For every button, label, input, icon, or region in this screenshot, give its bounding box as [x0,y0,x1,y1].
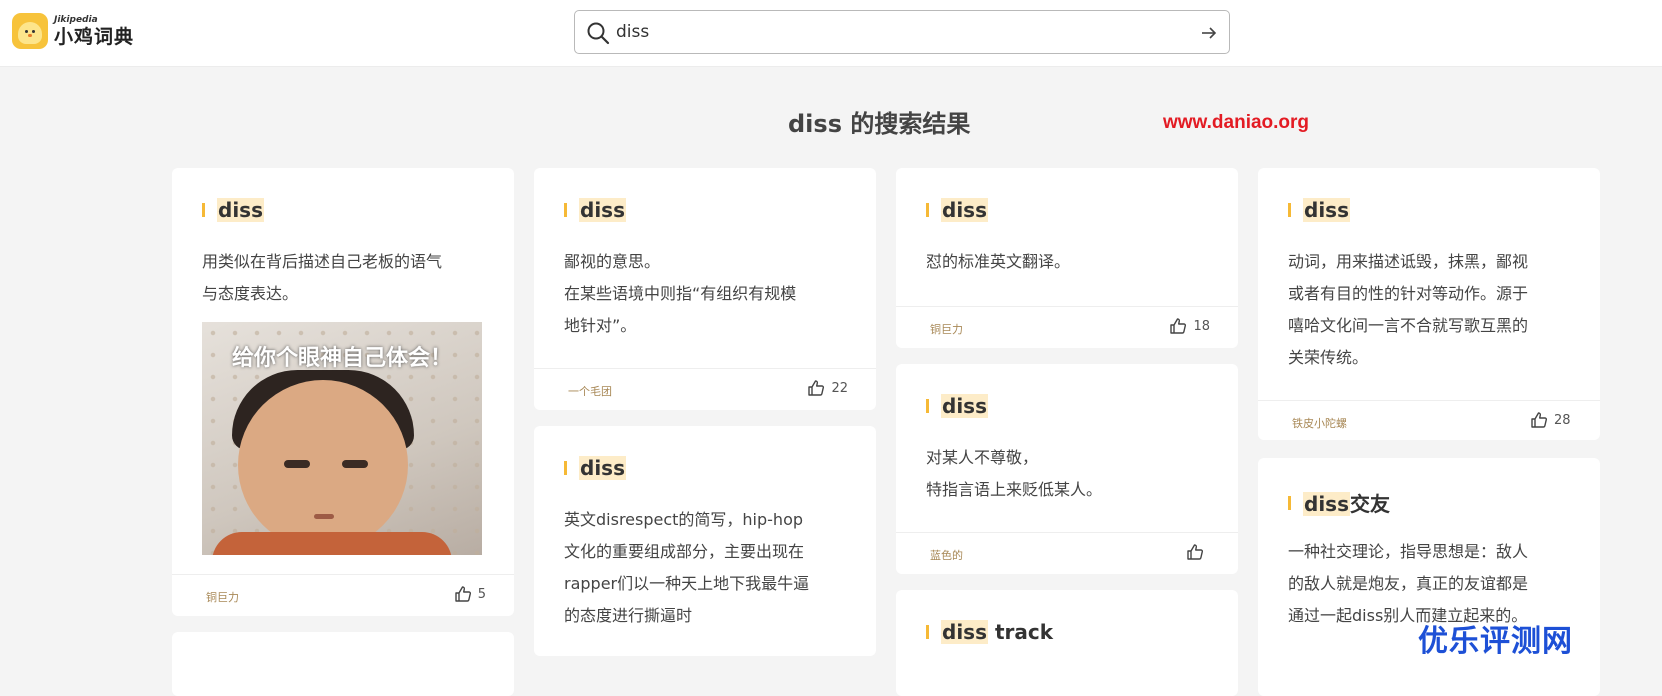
card-footer: 铁皮小陀螺 28 [1258,400,1600,440]
like-button[interactable] [1186,543,1210,561]
top-header: Jikipedia 小鸡词典 [0,0,1662,67]
arrow-right-icon[interactable] [1199,23,1219,43]
logo-chinese-name: 小鸡词典 [54,25,135,48]
author-name[interactable]: 铁皮小陀螺 [1292,415,1347,431]
definition-text: 英文disrespect的简写，hip-hop 文化的重要组成部分，主要出现在 … [564,510,810,625]
definition-card[interactable]: diss 用类似在背后描述自己老板的语气 与态度表达。 给你个眼神自己体会！ 铜… [172,168,514,616]
like-button[interactable]: 5 [454,585,486,603]
search-input[interactable] [616,19,1176,45]
entry-word[interactable]: diss [941,198,988,222]
definition-card[interactable]: diss track [896,590,1238,696]
logo-english-name: Jikipedia [54,14,98,25]
author-name[interactable]: 铜巨力 [206,589,239,605]
page-title: diss 的搜索结果 [788,110,971,138]
like-button[interactable]: 28 [1530,411,1571,429]
like-button[interactable]: 22 [807,379,848,397]
author-name[interactable]: 一个毛团 [568,383,612,399]
thumbs-up-icon [1531,412,1548,428]
card-footer: 一个毛团 22 [534,368,876,408]
search-icon[interactable] [586,21,610,45]
search-box [574,10,1230,54]
thumbs-up-icon [1187,544,1204,560]
entry-word[interactable]: diss [579,198,626,222]
definition-text: 动词，用来描述诋毁，抹黑，鄙视 或者有目的性的针对等动作。源于 嘻哈文化间一言不… [1288,252,1529,367]
definition-card-partial[interactable] [172,632,514,696]
definition-text: 鄙视的意思。 在某些语境中则指“有组织有规模 地针对”。 [564,252,797,335]
chick-logo-icon [12,13,48,49]
entry-word[interactable]: diss track [941,620,1053,644]
definition-card[interactable]: diss交友 一种社交理论，指导思想是：敌人 的敌人就是炮友，真正的友谊都是 通… [1258,458,1600,696]
watermark-brand: 优乐评测网 [1418,624,1573,659]
entry-word[interactable]: diss [1303,198,1350,222]
author-name[interactable]: 蓝色的 [930,547,963,563]
meme-caption: 给你个眼神自己体会！ [231,346,452,371]
watermark-url: www.daniao.org [1163,112,1310,133]
definition-text: 对某人不尊敬， 特指言语上来贬低某人。 [926,448,1103,499]
entry-word[interactable]: diss交友 [1303,488,1390,517]
card-footer: 铜巨力 18 [896,306,1238,346]
meme-image[interactable]: 给你个眼神自己体会！ [202,322,482,555]
card-footer: 铜巨力 5 [172,574,514,614]
definition-card[interactable]: diss 对某人不尊敬， 特指言语上来贬低某人。 蓝色的 [896,364,1238,574]
definition-card[interactable]: diss 鄙视的意思。 在某些语境中则指“有组织有规模 地针对”。 一个毛团 2… [534,168,876,410]
card-footer: 蓝色的 [896,532,1238,572]
like-button[interactable]: 18 [1169,317,1210,335]
author-name[interactable]: 铜巨力 [930,321,963,337]
definition-text: 用类似在背后描述自己老板的语气 与态度表达。 [202,252,443,303]
thumbs-up-icon [808,380,825,396]
entry-word[interactable]: diss [941,394,988,418]
entry-word[interactable]: diss [579,456,626,480]
definition-card[interactable]: diss 怼的标准英文翻译。 铜巨力 18 [896,168,1238,348]
entry-word[interactable]: diss [217,198,264,222]
site-logo[interactable]: Jikipedia 小鸡词典 [12,13,134,49]
definition-card[interactable]: diss 动词，用来描述诋毁，抹黑，鄙视 或者有目的性的针对等动作。源于 嘻哈文… [1258,168,1600,440]
thumbs-up-icon [1170,318,1187,334]
definition-text: 怼的标准英文翻译。 [926,252,1071,271]
thumbs-up-icon [455,586,471,602]
definition-card[interactable]: diss 英文disrespect的简写，hip-hop 文化的重要组成部分，主… [534,426,876,656]
